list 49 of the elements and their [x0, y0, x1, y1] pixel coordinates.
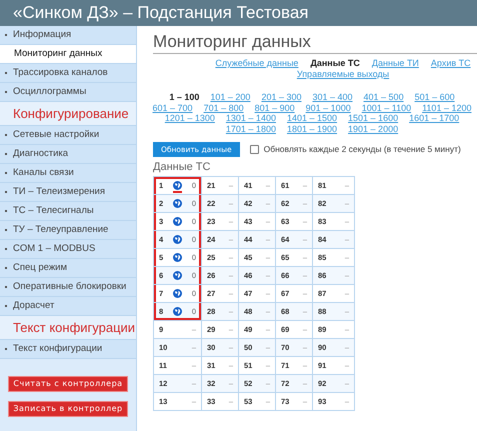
range-link[interactable]: 401 – 500 — [364, 92, 404, 102]
range-link[interactable]: 1301 – 1400 — [226, 113, 276, 124]
sidebar-item[interactable]: Осциллограммы — [0, 83, 136, 102]
range-link[interactable]: 601 – 700 — [152, 102, 193, 113]
range-link[interactable]: 1501 – 1600 — [348, 113, 398, 124]
range-link[interactable]: 701 – 800 — [204, 102, 244, 113]
range-link[interactable]: 1701 – 1800 — [226, 124, 276, 134]
range-link[interactable]: 1401 – 1500 — [286, 113, 338, 124]
range-link[interactable]: 501 – 600 — [414, 92, 455, 102]
tab-link[interactable]: Данные ТС — [310, 58, 360, 68]
checkbox-label: Обновлять каждые 2 секунды (в течение 5 минут) — [264, 143, 461, 156]
sidebar-item[interactable]: Сетевые настройки — [0, 126, 136, 145]
page-title: Мониторинг данных — [153, 32, 477, 54]
checkbox[interactable] — [250, 145, 259, 154]
tab-link[interactable]: Служебные данные — [215, 58, 298, 68]
sidebar-section-heading: Текст конфигурации — [0, 316, 136, 340]
sidebar-section-heading: Конфигурирование — [0, 102, 136, 126]
sidebar-item[interactable]: Мониторинг данных — [0, 45, 136, 64]
tab-link[interactable]: Данные ТИ — [372, 58, 419, 68]
sidebar-item[interactable]: Трассировка каналов — [0, 64, 136, 83]
range-link[interactable]: 1201 – 1300 — [164, 113, 215, 124]
range-link[interactable]: 1601 – 1700 — [409, 113, 460, 124]
sidebar-item[interactable]: ТС – Телесигналы — [0, 202, 136, 221]
sidebar-item[interactable]: Оперативные блокировки — [0, 278, 136, 297]
range-link[interactable]: 901 – 1000 — [306, 102, 351, 113]
range-link[interactable]: 101 – 200 — [210, 92, 250, 102]
sidebar-item[interactable]: Диагностика — [0, 145, 136, 164]
sidebar-item[interactable]: Каналы связи — [0, 164, 136, 183]
range-link[interactable]: 201 – 300 — [261, 92, 302, 102]
sidebar-item[interactable]: Спец режим — [0, 259, 136, 278]
sidebar-item[interactable]: Дорасчет — [0, 297, 136, 316]
sidebar-item[interactable]: COM 1 – MODBUS — [0, 240, 136, 259]
sidebar-item[interactable]: ТИ – Телеизмерения — [0, 183, 136, 202]
range-link[interactable]: 1801 – 1900 — [286, 124, 338, 134]
range-link[interactable]: 1101 – 1200 — [422, 102, 472, 113]
sidebar-item[interactable]: Информация — [0, 26, 136, 45]
tab-link[interactable]: Управляемые выходы — [296, 68, 390, 79]
sidebar-item[interactable]: ТУ – Телеуправление — [0, 221, 136, 240]
site-title: «Синком ДЗ» – Подстанция Тестовая — [13, 2, 308, 24]
range-link[interactable]: 1001 – 1100 — [362, 102, 412, 113]
range-link[interactable]: 1901 – 2000 — [348, 124, 398, 134]
tab-link[interactable]: Архив ТС — [430, 58, 471, 68]
range-link[interactable]: 801 – 900 — [254, 102, 295, 113]
table-title: Данные ТС — [153, 161, 212, 174]
range-link[interactable]: 301 – 400 — [312, 92, 353, 102]
range-link[interactable]: 1 – 100 — [169, 92, 200, 102]
action-button[interactable]: Записать в контроллер — [8, 401, 128, 417]
sidebar-item[interactable]: Текст конфигурации — [0, 340, 136, 359]
action-button[interactable]: Считать с контроллера — [8, 376, 128, 392]
